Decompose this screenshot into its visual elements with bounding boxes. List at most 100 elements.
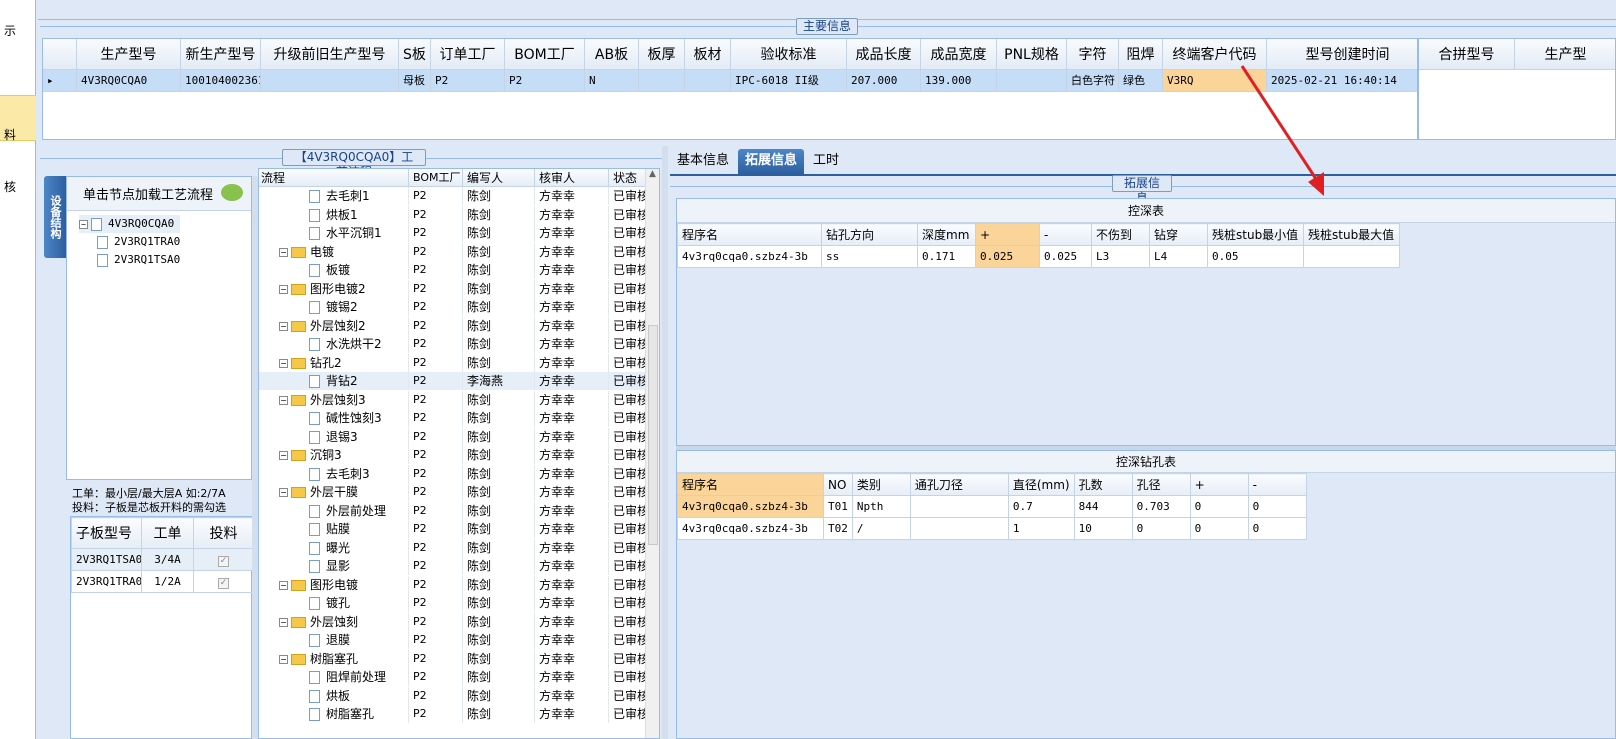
sub-row[interactable]: 2V3RQ1TSA0 3/4A ✓ — [71, 548, 254, 571]
flow-row[interactable]: 退膜 P2 陈剑 方幸幸 已审核 — [259, 631, 647, 649]
tab-basic-info[interactable]: 基本信息 — [670, 149, 736, 174]
main-col-header[interactable]: 生产型号 — [77, 39, 181, 69]
flow-row[interactable]: 背钻2 P2 李海燕 方幸幸 已审核 — [259, 372, 647, 390]
main-cell[interactable]: 207.000 — [847, 70, 921, 91]
flow-row[interactable]: 贴膜 P2 陈剑 方幸幸 已审核 — [259, 520, 647, 538]
main-cell[interactable] — [997, 70, 1067, 91]
col-header[interactable]: NO — [823, 473, 853, 496]
feed-checkbox[interactable]: ✓ — [218, 556, 229, 567]
collapse-icon[interactable]: − — [279, 395, 288, 405]
tree-node-root[interactable]: −4V3RQ0CQA0 — [79, 215, 181, 233]
col-header[interactable]: 残桩stub最大值 — [1303, 223, 1400, 246]
main-col-header[interactable]: 订单工厂 — [431, 39, 505, 69]
table-cell[interactable]: 10 — [1073, 517, 1133, 540]
tab-work-hours[interactable]: 工时 — [806, 149, 846, 174]
flow-row[interactable]: 烘板 P2 陈剑 方幸幸 已审核 — [259, 686, 647, 705]
table-cell[interactable]: L4 — [1149, 245, 1208, 268]
col-header[interactable]: - — [1247, 473, 1307, 496]
flow-row[interactable]: 去毛刺3 P2 陈剑 方幸幸 已审核 — [259, 464, 647, 483]
flow-row[interactable]: − 钻孔2 P2 陈剑 方幸幸 已审核 — [259, 353, 647, 372]
table-cell[interactable]: 0.703 — [1131, 495, 1191, 518]
main-col-header[interactable]: 验收标准 — [731, 39, 847, 69]
main-cell[interactable]: 10010400236132 — [181, 70, 261, 91]
flow-row[interactable]: − 树脂塞孔 P2 陈剑 方幸幸 已审核 — [259, 649, 647, 668]
scroll-up-icon[interactable]: ▲ — [646, 169, 659, 179]
main-col-header[interactable]: S板 — [399, 39, 431, 69]
flow-row[interactable]: 镀锡2 P2 陈剑 方幸幸 已审核 — [259, 298, 647, 316]
nav-item-1[interactable]: 示 — [4, 22, 16, 39]
main-cell[interactable]: 139.000 — [921, 70, 997, 91]
splitter-right[interactable] — [662, 146, 668, 739]
collapse-icon[interactable]: − — [279, 284, 288, 294]
table-cell[interactable]: 0 — [1189, 495, 1249, 518]
table-cell[interactable]: T02 — [823, 517, 853, 540]
main-cell[interactable]: 母板 — [399, 70, 431, 91]
main-col-header[interactable]: BOM工厂 — [505, 39, 585, 69]
col-header[interactable]: 程序名 — [677, 223, 822, 246]
flow-row[interactable]: 水洗烘干2 P2 陈剑 方幸幸 已审核 — [259, 335, 647, 353]
main-col-header[interactable]: 新生产型号 — [181, 39, 261, 69]
table-cell[interactable] — [909, 517, 1009, 540]
sub-row[interactable]: 2V3RQ1TRA0 1/2A ✓ — [71, 570, 254, 593]
collapse-icon[interactable]: − — [279, 488, 288, 497]
collapse-icon[interactable]: − — [279, 580, 288, 590]
tab-ext-info[interactable]: 拓展信息 — [738, 149, 805, 174]
feed-checkbox[interactable]: ✓ — [218, 578, 229, 589]
col-header[interactable]: 程序名 — [677, 473, 824, 496]
collapse-icon[interactable]: − — [279, 321, 288, 331]
collapse-icon[interactable]: − — [279, 617, 288, 627]
table-cell[interactable]: 4v3rq0cqa0.szbz4-3b — [677, 245, 822, 268]
table-cell[interactable]: / — [851, 517, 911, 540]
flow-row[interactable]: 树脂塞孔 P2 陈剑 方幸幸 已审核 — [259, 705, 647, 723]
flow-row[interactable]: 曝光 P2 陈剑 方幸幸 已审核 — [259, 538, 647, 557]
col-header[interactable]: 通孔刀径 — [909, 473, 1009, 496]
col-header[interactable]: 孔数 — [1073, 473, 1133, 496]
col-header[interactable]: 类别 — [851, 473, 911, 496]
flow-row[interactable]: 外层前处理 P2 陈剑 方幸幸 已审核 — [259, 501, 647, 520]
main-cell[interactable]: 4V3RQ0CQA0 — [77, 70, 181, 91]
flow-row[interactable]: − 图形电镀2 P2 陈剑 方幸幸 已审核 — [259, 279, 647, 298]
main-col-header[interactable]: 板厚 — [639, 39, 685, 69]
flow-row[interactable]: 碱性蚀刻3 P2 陈剑 方幸幸 已审核 — [259, 409, 647, 427]
table-cell[interactable]: 0 — [1189, 517, 1249, 540]
flow-row[interactable]: − 外层蚀刻 P2 陈剑 方幸幸 已审核 — [259, 612, 647, 631]
flow-row[interactable]: 板镀 P2 陈剑 方幸幸 已审核 — [259, 261, 647, 279]
main-col-header[interactable]: 升级前旧生产型号 — [261, 39, 399, 69]
table-cell[interactable]: 0.05 — [1207, 245, 1304, 268]
flow-row[interactable]: − 外层干膜 P2 陈剑 方幸幸 已审核 — [259, 483, 647, 501]
table-cell[interactable]: L3 — [1091, 245, 1150, 268]
table-cell[interactable]: Npth — [851, 495, 911, 518]
table-row[interactable]: 4v3rq0cqa0.szbz4-3b T01 Npth 0.7 844 0.703 0 0 — [677, 495, 1307, 518]
table-cell[interactable] — [1303, 245, 1400, 268]
tree-node-child-1[interactable]: 2V3RQ1TRA0 — [79, 233, 180, 251]
table-row[interactable]: 4v3rq0cqa0.szbz4-3b T02/1 10 0 0 0 — [677, 517, 1307, 540]
main-col-header[interactable]: 阻焊 — [1119, 39, 1163, 69]
col-header[interactable]: 钻孔方向 — [821, 223, 918, 246]
main-col-header[interactable]: PNL规格 — [997, 39, 1067, 69]
col-header[interactable]: 钻穿 — [1149, 223, 1208, 246]
nav-item-2[interactable]: 料 — [4, 126, 16, 143]
table-cell[interactable]: 0 — [1247, 517, 1307, 540]
table-cell[interactable]: 0.171 — [917, 245, 976, 268]
flow-row[interactable]: 镀孔 P2 陈剑 方幸幸 已审核 — [259, 594, 647, 612]
main-cell[interactable]: N — [585, 70, 639, 91]
col-header[interactable]: - — [1039, 223, 1092, 246]
side-tab-equipment[interactable]: 设备结构 — [44, 176, 66, 258]
main-col-header[interactable]: 板材 — [685, 39, 731, 69]
collapse-icon[interactable]: − — [279, 247, 288, 257]
table-cell[interactable]: 0.7 — [1007, 495, 1075, 518]
table-cell[interactable]: ss — [821, 245, 918, 268]
main-cell[interactable]: IPC-6018 II级 — [731, 70, 847, 91]
flow-row[interactable]: − 电镀 P2 陈剑 方幸幸 已审核 — [259, 242, 647, 261]
table-cell[interactable]: 0 — [1131, 517, 1191, 540]
table-cell[interactable]: 1 — [1007, 517, 1075, 540]
col-header[interactable]: 孔径 — [1131, 473, 1191, 496]
flow-vscroll[interactable]: ▲ — [645, 169, 659, 738]
collapse-icon[interactable]: − — [279, 358, 288, 368]
table-cell[interactable]: 844 — [1073, 495, 1133, 518]
flow-row[interactable]: 阻焊前处理 P2 陈剑 方幸幸 已审核 — [259, 668, 647, 686]
main-cell[interactable] — [685, 70, 731, 91]
main-col-header[interactable]: 成品宽度 — [921, 39, 997, 69]
collapse-icon[interactable]: − — [279, 654, 288, 664]
col-header[interactable]: 直径(mm) — [1007, 473, 1075, 496]
